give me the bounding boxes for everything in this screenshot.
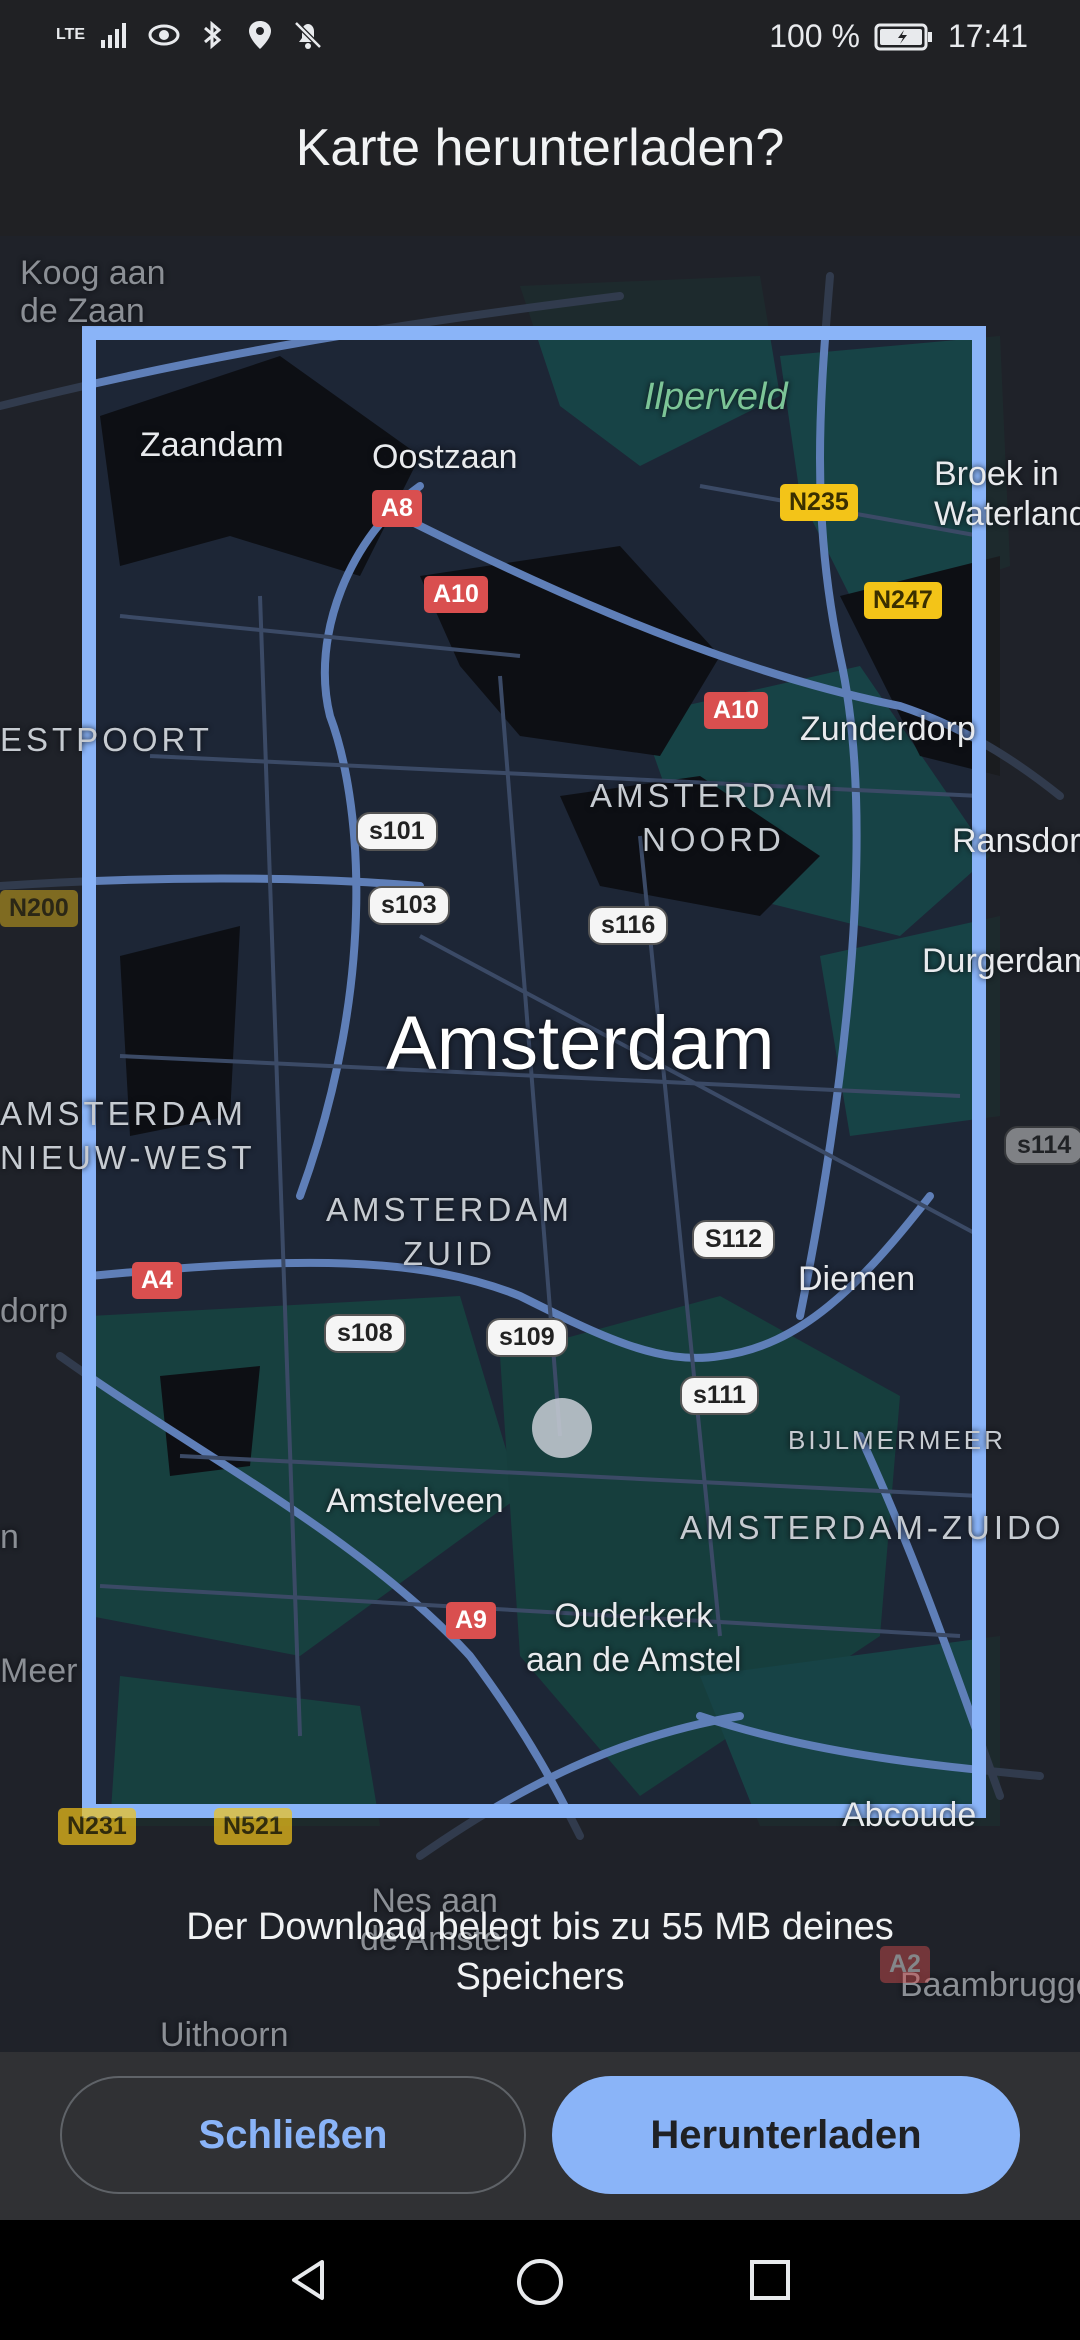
map-view[interactable]: Koog aan de Zaan Nes aan de Amstel Uitho… [0,236,1080,2052]
place-uithoorn: Uithoorn [160,2016,289,2052]
battery-icon [874,23,932,50]
place-ransdorp: Ransdorp [952,822,1080,860]
district-bijlmermeer: BIJLMERMEER [788,1425,1006,1455]
road-shield-s111: s111 [680,1376,759,1415]
district-noord: AMSTERDAM NOORD [590,777,837,858]
download-button[interactable]: Herunterladen [552,2076,1020,2194]
place-koog: Koog aan de Zaan [20,254,166,330]
road-shield-s101: s101 [356,812,438,851]
place-ouderkerk: Ouderkerk aan de Amstel [526,1597,742,1679]
road-shield-n247: N247 [864,582,942,619]
home-icon[interactable] [514,2256,566,2308]
dialog-title: Karte herunterladen? [295,119,785,177]
place-zunderdorp: Zunderdorp [800,710,976,748]
download-size-note: Der Download belegt bis zu 55 MB deines … [186,1906,894,1998]
place-oostzaan: Oostzaan [372,438,518,476]
district-nieuw-west: AMSTERDAM NIEUW-WEST [0,1095,256,1176]
place-ilperveld: Ilperveld [644,376,788,418]
road-shield-s108: s108 [324,1314,406,1353]
dim-right [986,326,1080,1818]
network-type: LTE [56,26,86,43]
location-icon [249,21,272,49]
signal-icon [101,23,127,48]
road-shield-n235: N235 [780,484,858,521]
place-abcoude: Abcoude [842,1796,977,1834]
bell-off-icon [294,21,322,49]
recents-icon[interactable] [746,2256,794,2304]
road-shield-n200: N200 [0,890,78,927]
place-broek: Broek in Waterland [934,455,1080,533]
place-zaandam: Zaandam [140,426,284,464]
road-shield-a10-east: A10 [704,692,768,729]
district-zuid: AMSTERDAM ZUID [326,1191,573,1272]
place-n: n [0,1518,19,1556]
action-bar: Schließen Herunterladen [0,2052,1080,2220]
place-dorp: dorp [0,1292,69,1330]
system-nav-bar [0,2220,1080,2340]
road-shield-s116: s116 [588,906,669,945]
back-icon[interactable] [284,2256,332,2304]
dim-left [0,326,82,1818]
close-button[interactable]: Schließen [60,2076,526,2194]
place-amstelveen: Amstelveen [326,1482,504,1520]
road-shield-s112: S112 [692,1220,776,1259]
road-shield-s114: s114 [1004,1126,1080,1165]
road-shield-s109: s109 [486,1318,568,1357]
road-shield-a10-west: A10 [424,576,488,613]
road-shield-a8: A8 [372,490,422,527]
battery-percent: 100 % [769,18,860,54]
status-right: 100 % 17:41 [769,18,1028,55]
road-shield-s103: s103 [368,886,450,925]
district-westpoort: ESTPOORT [0,721,213,758]
road-shield-n231b: N521 [214,1808,292,1845]
road-shield-a4: A4 [132,1262,182,1299]
status-bar: LTE 100 % 17:41 [0,0,1080,72]
district-zuidoost: AMSTERDAM-ZUIDO [680,1509,1065,1546]
place-amsterdam: Amsterdam [386,1001,775,1086]
eye-icon [148,24,180,46]
place-meer: Meer [0,1652,78,1690]
status-left: LTE [56,18,325,52]
place-diemen: Diemen [798,1260,916,1298]
place-durgerdam: Durgerdam [922,942,1080,980]
road-shield-a9: A9 [446,1602,496,1639]
road-shield-n231a: N231 [58,1808,136,1845]
bluetooth-icon [204,20,222,50]
clock: 17:41 [947,18,1028,54]
